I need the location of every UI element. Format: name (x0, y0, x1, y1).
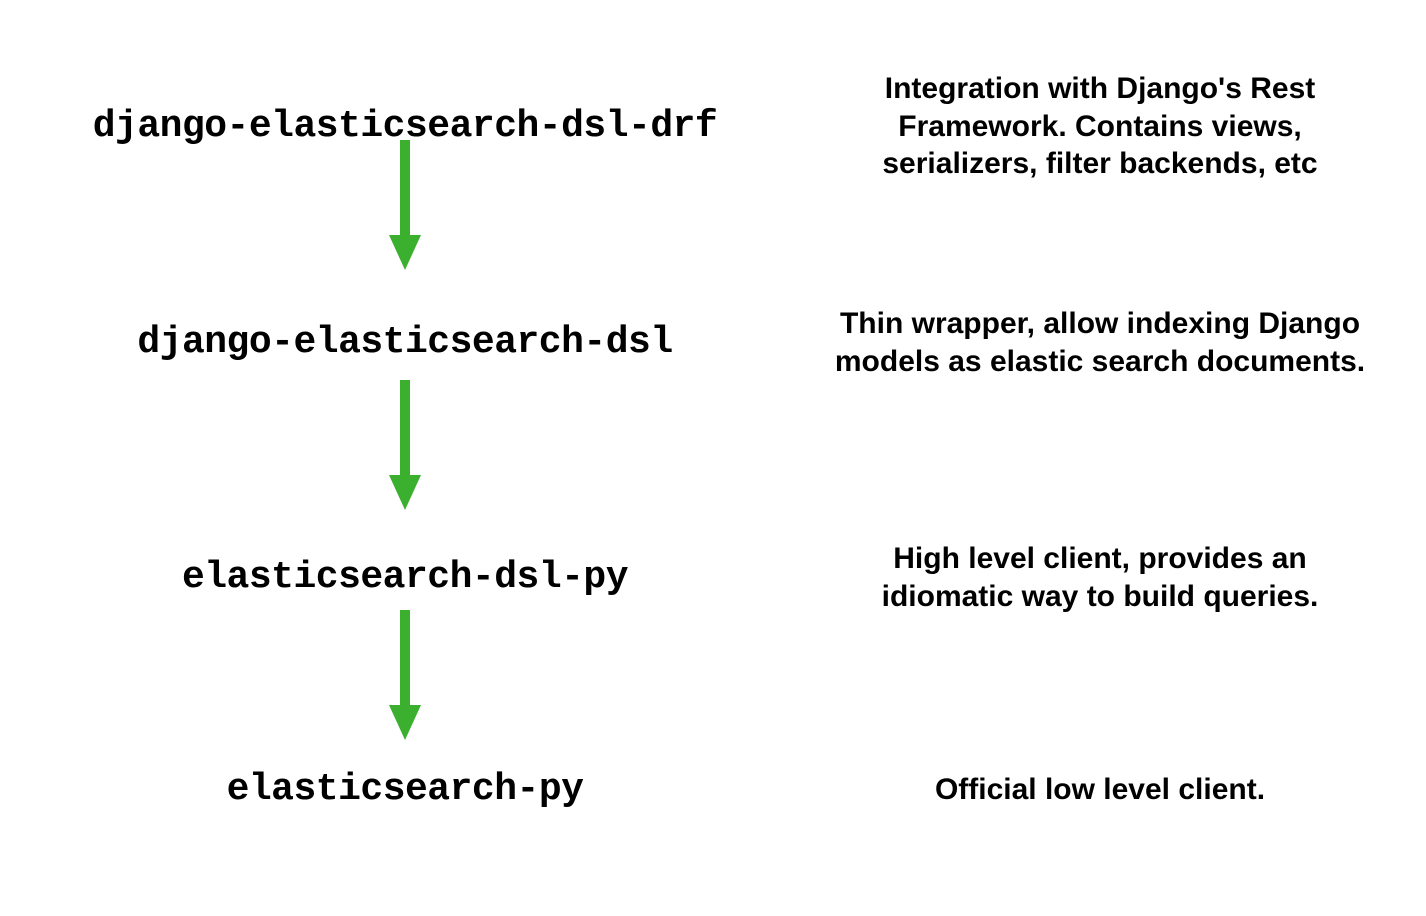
arrow-3-container (0, 610, 810, 740)
down-arrow-icon (385, 140, 425, 270)
down-arrow-icon (385, 380, 425, 510)
layer-row-3: elasticsearch-dsl-py High level client, … (0, 540, 1426, 615)
layer-2-description: Thin wrapper, allow indexing Django mode… (810, 305, 1390, 380)
layer-4-description: Official low level client. (810, 771, 1390, 809)
layer-4-name: elasticsearch-py (0, 768, 810, 811)
arrow-2-container (0, 380, 810, 510)
down-arrow-icon (385, 610, 425, 740)
layer-row-4: elasticsearch-py Official low level clie… (0, 768, 1426, 811)
layer-1-description: Integration with Django's Rest Framework… (810, 70, 1390, 183)
layer-3-description: High level client, provides an idiomatic… (810, 540, 1390, 615)
arrow-1-container (0, 140, 810, 270)
layer-2-name: django-elasticsearch-dsl (0, 321, 810, 364)
layer-row-2: django-elasticsearch-dsl Thin wrapper, a… (0, 305, 1426, 380)
layer-3-name: elasticsearch-dsl-py (0, 556, 810, 599)
